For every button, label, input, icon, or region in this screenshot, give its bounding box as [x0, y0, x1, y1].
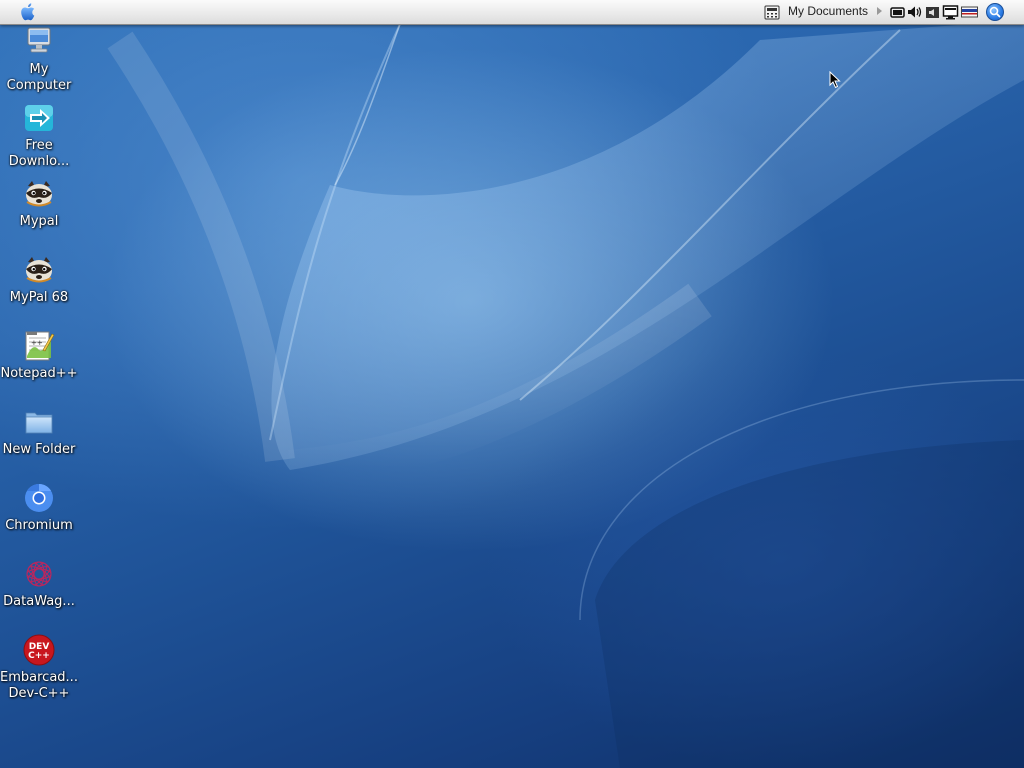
apple-logo-icon[interactable] — [19, 2, 37, 22]
desktop-icon-new-folder[interactable]: New Folder — [0, 406, 78, 462]
desktop-icon-label: New Folder — [2, 442, 76, 457]
desktop-icon-datawagon[interactable]: DataWag... — [0, 558, 78, 614]
location-label[interactable]: My Documents — [788, 4, 868, 18]
svg-text:++: ++ — [31, 339, 43, 347]
desktop-icon-my-computer[interactable]: My Computer — [0, 26, 78, 96]
datawagon-icon — [26, 561, 52, 587]
desktop-icon-chromium[interactable]: Chromium — [0, 482, 78, 538]
desktop-icon-label: Chromium — [5, 518, 73, 533]
desktop-icon-label: Downlo... — [8, 154, 70, 169]
speaker-icon[interactable] — [925, 4, 940, 20]
desktop-icon-free-download-manager[interactable]: Free Downlo... — [0, 102, 78, 172]
devcpp-badge-bottom: C++ — [28, 651, 50, 661]
desktop-icon-label: Dev-C++ — [8, 686, 70, 701]
free-download-manager-icon — [25, 105, 53, 131]
folder-icon — [25, 412, 53, 434]
desktop-icon-label: Free — [25, 138, 53, 153]
computer-icon — [27, 27, 51, 53]
notepadpp-icon: ++ — [25, 331, 55, 361]
desktop-icon-notepadpp[interactable]: ++ Notepad++ — [0, 330, 78, 386]
search-icon[interactable] — [986, 3, 1004, 21]
desktop-wallpaper: My Documents My Computer Free Downlo... … — [0, 0, 1024, 768]
desktop-icon-label: MyPal 68 — [9, 290, 69, 305]
mouse-cursor-icon — [829, 71, 841, 89]
desktop-icon-label: Embarcad... — [0, 670, 78, 685]
display-icon[interactable] — [890, 4, 905, 20]
desktop-icon-label: DataWag... — [3, 594, 75, 609]
desktop-icon-mypal[interactable]: Mypal — [0, 178, 78, 234]
wallpaper-waves — [107, 20, 1024, 768]
menu-bar: My Documents — [0, 0, 1024, 25]
mypal-raccoon-icon — [26, 181, 52, 207]
desktop-icon-mypal-68[interactable]: MyPal 68 — [0, 254, 78, 310]
desktop-icon-label: Mypal — [19, 214, 59, 229]
chromium-icon — [25, 484, 53, 512]
desktop-icon-devcpp[interactable]: DEV C++ Embarcad... Dev-C++ — [0, 634, 78, 706]
desktop-icon-label: Notepad++ — [0, 366, 78, 381]
volume-icon[interactable] — [906, 4, 923, 20]
mypal68-raccoon-icon — [26, 257, 52, 283]
keyboard-layout-icon[interactable] — [961, 4, 978, 20]
chevron-right-icon — [877, 7, 882, 15]
desktop-icon-label: Computer — [6, 78, 72, 93]
calculator-icon[interactable] — [764, 5, 780, 20]
desktop-icon-label: My — [29, 62, 49, 77]
monitor-icon[interactable] — [942, 4, 959, 20]
devcpp-icon: DEV C++ — [23, 634, 55, 666]
